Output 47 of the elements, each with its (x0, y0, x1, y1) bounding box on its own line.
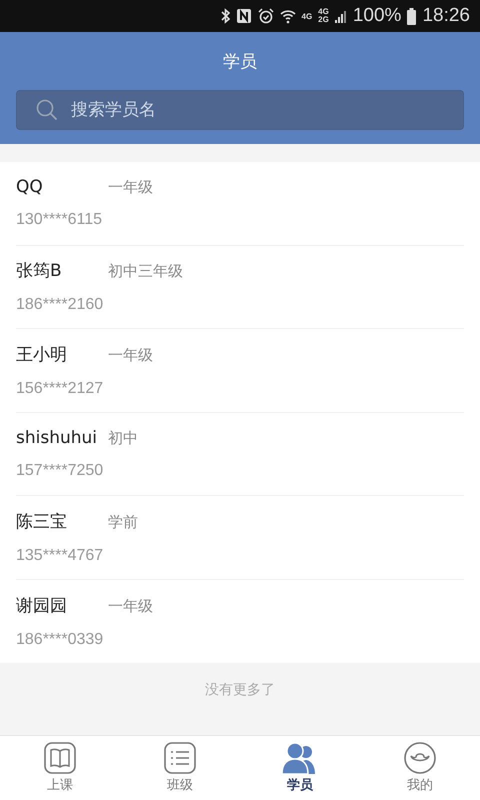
network-label: 4G (318, 8, 329, 16)
bluetooth-icon (220, 8, 230, 24)
network-label: 4G (302, 12, 312, 20)
list-icon (164, 742, 196, 774)
search-icon (36, 99, 58, 121)
tab[interactable]: 上课 (0, 736, 120, 800)
student-phone: 130****6115 (16, 211, 102, 228)
student-phone: 135****4767 (16, 546, 104, 564)
ingot-icon (404, 742, 436, 774)
battery-icon (407, 8, 416, 24)
student-row[interactable]: shishuhui 初中 157****7250 (16, 412, 464, 496)
student-name: 谢园园 (16, 594, 68, 617)
list-end-message: 没有更多了 (205, 682, 275, 698)
student-name: 陈三宝 (16, 510, 68, 533)
student-name: 王小明 (16, 344, 68, 366)
book-icon (44, 742, 76, 774)
student-row[interactable]: 谢园园 一年级 186****0339 (16, 580, 464, 663)
student-grade: 一年级 (108, 596, 153, 616)
people-icon (282, 742, 318, 774)
student-row[interactable]: QQ 一年级 130****6115 (16, 162, 464, 246)
page-title: 学员 (223, 51, 257, 74)
tab[interactable]: 班级 (120, 736, 240, 800)
student-grade: 学前 (108, 512, 138, 532)
tab[interactable]: 我的 (360, 736, 480, 800)
student-phone: 156****2127 (16, 380, 104, 397)
student-name: shishuhui (16, 428, 98, 448)
student-grade: 初中三年级 (108, 262, 183, 282)
student-row[interactable]: 张筠B 初中三年级 186****2160 (16, 246, 464, 329)
signal-icon (334, 9, 347, 23)
search-field[interactable]: 搜索学员名 (16, 90, 464, 130)
wifi-icon (280, 8, 296, 24)
student-phone: 157****7250 (16, 462, 104, 479)
student-phone: 186****2160 (16, 296, 104, 314)
student-name: 张筠B (16, 260, 63, 282)
student-phone: 186****0339 (16, 630, 104, 648)
network-label: 2G (318, 16, 329, 24)
student-grade: 一年级 (108, 178, 153, 198)
alarm-icon (258, 8, 274, 24)
student-row[interactable]: 陈三宝 学前 135****4767 (16, 496, 464, 580)
nfc-icon (236, 8, 252, 24)
tab[interactable]: 学员 (240, 736, 360, 800)
student-grade: 初中 (108, 428, 138, 448)
clock-time: 18:26 (422, 5, 470, 27)
student-name: QQ (16, 177, 44, 198)
student-row[interactable]: 王小明 一年级 156****2127 (16, 329, 464, 412)
battery-percent: 100% (352, 5, 402, 27)
student-grade: 一年级 (108, 346, 153, 365)
